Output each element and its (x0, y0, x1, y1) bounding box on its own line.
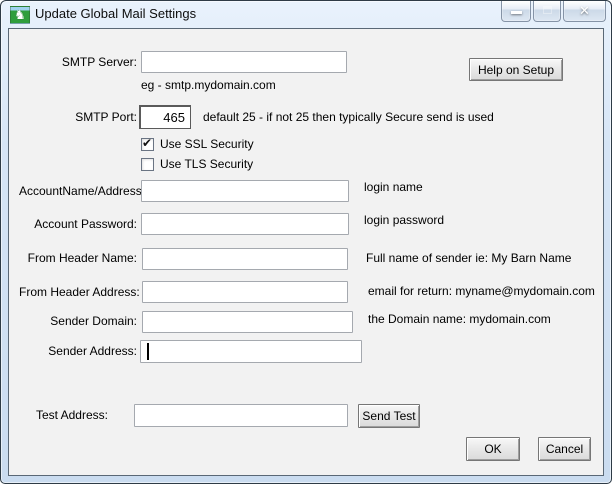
minimize-icon (511, 11, 522, 14)
checkmark-icon: ✔ (142, 136, 152, 150)
close-icon: ✕ (564, 1, 605, 20)
tls-checkbox[interactable] (141, 158, 154, 171)
account-name-input[interactable] (141, 180, 349, 202)
sender-address-input[interactable] (140, 340, 362, 363)
smtp-server-hint: eg - smtp.mydomain.com (141, 78, 276, 93)
account-name-label: AccountName/Address (19, 184, 137, 199)
smtp-port-hint: default 25 - if not 25 then typically Se… (203, 110, 494, 125)
sender-address-label: Sender Address: (19, 344, 137, 359)
window-title: Update Global Mail Settings (35, 1, 196, 28)
from-header-name-hint: Full name of sender ie: My Barn Name (366, 251, 571, 266)
minimize-button[interactable] (501, 1, 531, 22)
tls-checkbox-label: Use TLS Security (160, 157, 253, 172)
ssl-checkbox[interactable]: ✔ (141, 138, 154, 151)
title-bar[interactable]: ♞ Update Global Mail Settings ✕ (2, 1, 610, 28)
horse-icon: ♞ (10, 6, 30, 24)
smtp-server-label: SMTP Server: (19, 55, 137, 70)
test-address-input[interactable] (134, 404, 348, 427)
maximize-button (533, 1, 561, 22)
send-test-button[interactable]: Send Test (358, 404, 420, 428)
account-password-hint: login password (364, 213, 444, 228)
maximize-icon (543, 6, 552, 14)
ssl-checkbox-label: Use SSL Security (160, 137, 254, 152)
ok-button[interactable]: OK (466, 437, 520, 461)
from-header-name-label: From Header Name: (19, 251, 137, 266)
horse-icon-glyph: ♞ (11, 7, 29, 23)
cancel-button[interactable]: Cancel (538, 437, 591, 461)
close-button[interactable]: ✕ (563, 1, 606, 22)
account-password-label: Account Password: (19, 217, 137, 232)
account-name-hint: login name (364, 180, 423, 195)
from-header-address-hint: email for return: myname@mydomain.com (368, 284, 595, 299)
dialog-client-area: SMTP Server: eg - smtp.mydomain.com Help… (8, 28, 604, 476)
sender-domain-input[interactable] (142, 311, 353, 333)
test-address-label: Test Address: (19, 408, 108, 423)
sender-domain-hint: the Domain name: mydomain.com (368, 312, 551, 327)
help-on-setup-button[interactable]: Help on Setup (469, 58, 563, 81)
sender-domain-label: Sender Domain: (19, 314, 137, 329)
dialog-window: ♞ Update Global Mail Settings ✕ SMTP Ser… (0, 0, 612, 484)
smtp-port-label: SMTP Port: (19, 110, 137, 125)
smtp-server-input[interactable] (141, 51, 347, 73)
smtp-port-input[interactable] (139, 105, 191, 129)
from-header-address-input[interactable] (142, 281, 348, 303)
from-header-address-label: From Header Address: (19, 285, 137, 300)
from-header-name-input[interactable] (142, 248, 348, 270)
account-password-input[interactable] (141, 213, 349, 235)
